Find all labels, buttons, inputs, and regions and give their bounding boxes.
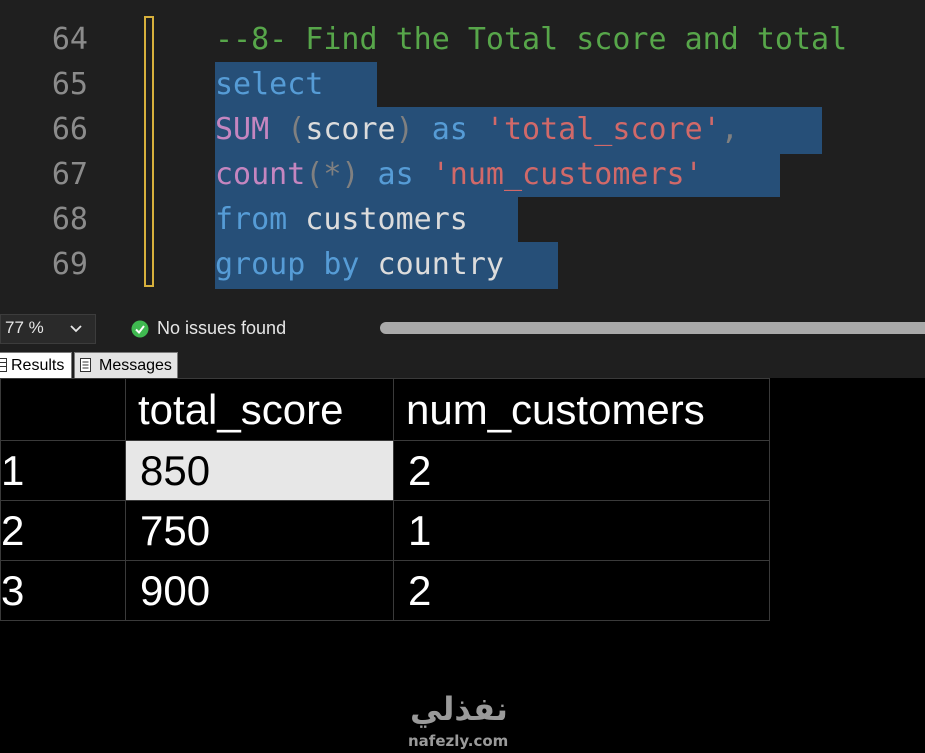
line-number: 67 (51, 157, 88, 192)
watermark-latin: nafezly.com (408, 732, 509, 750)
row-number[interactable]: 2 (0, 500, 126, 561)
grid-icon (0, 358, 7, 372)
column-header[interactable]: num_customers (393, 378, 770, 441)
chevron-down-icon (70, 325, 82, 333)
code-editor[interactable]: 64 65 66 67 68 69 --8- Find the Total sc… (0, 0, 925, 312)
code-token-punc: (*) (305, 157, 360, 192)
editor-status-bar: 77 % No issues found (0, 312, 925, 348)
code-token-str: 'total_score' (485, 112, 721, 147)
zoom-dropdown[interactable]: 77 % (0, 314, 96, 344)
tab-messages-label: Messages (99, 357, 172, 374)
table-row: 2 750 1 (0, 500, 770, 561)
column-header[interactable]: total_score (125, 378, 394, 441)
code-line[interactable]: group by country (215, 242, 504, 287)
row-number[interactable]: 3 (0, 560, 126, 621)
line-number: 64 (51, 22, 88, 57)
grid-cell[interactable]: 2 (393, 440, 770, 501)
row-number[interactable]: 1 (0, 440, 126, 501)
grid-cell[interactable]: 2 (393, 560, 770, 621)
line-number: 69 (51, 247, 88, 282)
code-line[interactable]: SUM (score) as 'total_score', (215, 107, 739, 152)
issues-status[interactable]: No issues found (157, 318, 286, 339)
grid-cell[interactable]: 750 (125, 500, 394, 561)
code-token-kw: group by (215, 247, 360, 282)
tab-messages[interactable]: Messages (74, 352, 178, 378)
code-token-fn: count (215, 157, 306, 192)
code-token-id (269, 112, 287, 147)
row-number-header[interactable] (0, 378, 126, 441)
code-token-id: country (359, 247, 504, 282)
zoom-level: 77 % (5, 318, 44, 337)
code-token-id: score (305, 112, 396, 147)
code-token-id: customers (287, 202, 468, 237)
results-grid[interactable]: total_score num_customers 1 850 2 2 750 … (0, 378, 770, 621)
code-line[interactable]: count(*) as 'num_customers' (215, 152, 703, 197)
check-circle-icon (131, 320, 149, 338)
change-indicator (144, 16, 154, 287)
code-line[interactable]: select (215, 62, 323, 107)
table-row: 3 900 2 (0, 560, 770, 621)
code-token-str: 'num_customers' (431, 157, 703, 192)
code-token-kw: select (215, 67, 324, 102)
code-token-punc: , (720, 112, 739, 147)
scrollbar-thumb[interactable] (380, 322, 925, 334)
code-token-punc: ( (287, 112, 306, 147)
code-line[interactable]: --8- Find the Total score and total (215, 17, 847, 62)
code-token-kw: as (359, 157, 432, 192)
code-token-comment: --8- Find the Total score and total (215, 22, 848, 57)
code-token-punc: ) (395, 112, 414, 147)
results-tabbar: Results Messages (0, 348, 925, 378)
code-token-fn: SUM (215, 112, 270, 147)
tab-results-label: Results (11, 357, 65, 374)
horizontal-scrollbar[interactable] (380, 322, 925, 334)
tab-results[interactable]: Results (0, 352, 72, 378)
code-token-kw: from (215, 202, 288, 237)
code-token-kw: as (413, 112, 486, 147)
grid-cell[interactable]: 900 (125, 560, 394, 621)
line-number: 66 (51, 112, 88, 147)
messages-icon (80, 358, 91, 372)
table-row: 1 850 2 (0, 440, 770, 501)
line-number: 65 (51, 67, 88, 102)
code-line[interactable]: from customers (215, 197, 468, 242)
watermark-arabic: نفذلي (410, 690, 508, 728)
grid-cell[interactable]: 1 (393, 500, 770, 561)
watermark-logo: نفذلي nafezly.com (400, 690, 525, 752)
grid-header-row: total_score num_customers (0, 378, 770, 441)
line-number: 68 (51, 202, 88, 237)
grid-cell[interactable]: 850 (125, 440, 394, 501)
